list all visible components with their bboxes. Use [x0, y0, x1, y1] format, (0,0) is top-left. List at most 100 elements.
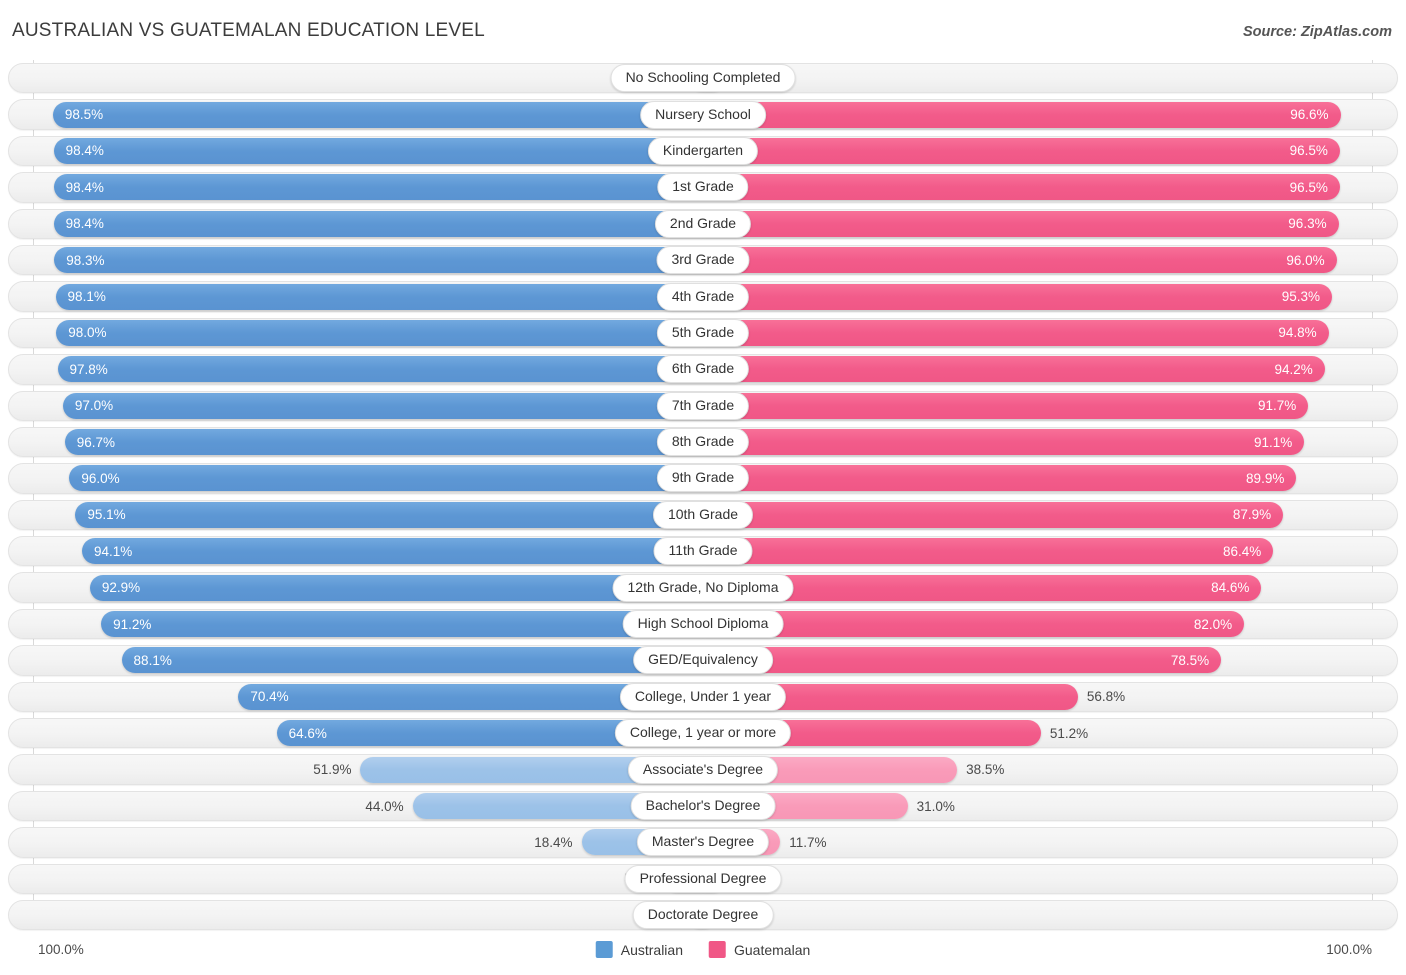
bar-guatemalan[interactable]: 96.3% [703, 210, 1339, 237]
row-right-half: 84.6% [703, 569, 1406, 605]
bar-australian[interactable]: 98.1% [55, 283, 703, 310]
bar-australian[interactable]: 95.1% [75, 501, 703, 528]
bar-australian[interactable]: 88.1% [121, 647, 703, 674]
bar-guatemalan[interactable]: 96.6% [703, 101, 1341, 128]
chart-row: 98.4% 96.5% 1st Grade [0, 169, 1406, 205]
right-value-label: 91.1% [1253, 434, 1293, 450]
right-value-label: 96.3% [1288, 216, 1327, 232]
bar-australian[interactable]: 98.5% [52, 101, 703, 128]
bar-guatemalan[interactable]: 96.0% [703, 247, 1337, 274]
row-right-half: 56.8% [703, 679, 1406, 715]
right-value-label: 31.0% [916, 798, 955, 814]
row-left-half: 94.1% [0, 533, 703, 569]
bar-australian[interactable]: 94.1% [81, 538, 703, 565]
bar-guatemalan[interactable]: 86.4% [703, 538, 1274, 565]
row-left-half: 70.4% [0, 679, 703, 715]
bar-guatemalan[interactable]: 94.8% [703, 319, 1329, 346]
legend-item[interactable]: Australian [595, 941, 683, 958]
row-right-half: 91.7% [703, 388, 1406, 424]
diverging-bar-chart: 1.6%3.5%No Schooling Completed 98.5% 96.6%… [0, 56, 1406, 938]
chart-rows: 1.6%3.5%No Schooling Completed 98.5% 96.6%… [0, 60, 1406, 933]
chart-row: 1.6%3.5%No Schooling Completed [0, 60, 1406, 96]
category-label: 2nd Grade [654, 209, 752, 238]
left-value-label: 70.4% [250, 689, 289, 705]
chart-legend: Australian Guatemalan [595, 941, 811, 958]
bar-australian[interactable]: 98.4% [53, 137, 703, 164]
bar-australian[interactable]: 96.0% [69, 465, 703, 492]
row-left-half: 98.4% [0, 169, 703, 205]
bar-guatemalan[interactable]: 91.1% [703, 429, 1305, 456]
left-value-label: 96.7% [76, 434, 116, 450]
category-label: Bachelor's Degree [630, 792, 776, 820]
bar-guatemalan[interactable]: 87.9% [703, 501, 1284, 528]
category-label: No Schooling Completed [610, 64, 796, 93]
axis-label-right: 100.0% [1326, 942, 1372, 957]
left-value-label: 51.9% [313, 762, 352, 778]
chart-row: 98.1% 95.3% 4th Grade [0, 278, 1406, 314]
row-left-half: 98.1% [0, 278, 703, 314]
row-left-half: 5.9% [0, 861, 703, 897]
legend-label: Guatemalan [733, 941, 811, 958]
row-left-half: 64.6% [0, 715, 703, 751]
row-left-half: 98.5% [0, 96, 703, 132]
right-value-label: 11.7% [789, 834, 827, 850]
left-value-label: 98.5% [64, 107, 104, 123]
category-label: Master's Degree [636, 828, 770, 857]
legend-item[interactable]: Guatemalan [708, 941, 811, 958]
category-label: Kindergarten [647, 136, 759, 165]
bar-australian[interactable]: 98.3% [54, 247, 703, 274]
row-left-half: 96.0% [0, 460, 703, 496]
right-value-label: 84.6% [1211, 580, 1250, 596]
chart-row: 51.9% 38.5% Associate's Degree [0, 751, 1406, 787]
right-value-label: 51.2% [1049, 725, 1089, 741]
bar-australian[interactable]: 92.9% [89, 574, 703, 601]
row-right-half: 3.5% [703, 60, 1406, 96]
right-value-label: 89.9% [1246, 470, 1285, 486]
row-right-half: 94.8% [703, 315, 1406, 351]
left-value-label: 97.0% [74, 398, 114, 414]
legend-swatch-icon [708, 941, 726, 958]
bar-guatemalan[interactable]: 95.3% [703, 283, 1332, 310]
bar-australian[interactable]: 96.7% [64, 429, 703, 456]
chart-row: 92.9% 84.6% 12th Grade, No Diploma [0, 569, 1406, 605]
row-right-half: 96.6% [703, 96, 1406, 132]
row-left-half: 98.0% [0, 315, 703, 351]
bar-guatemalan[interactable]: 82.0% [703, 611, 1245, 638]
row-left-half: 44.0% [0, 788, 703, 824]
category-label: High School Diploma [622, 610, 784, 639]
bar-australian[interactable]: 98.0% [56, 319, 703, 346]
row-right-half: 87.9% [703, 497, 1406, 533]
row-left-half: 91.2% [0, 606, 703, 642]
right-value-label: 94.2% [1274, 361, 1313, 377]
row-left-half: 2.4% [0, 897, 703, 933]
source-attribution: Source: ZipAtlas.com [1242, 24, 1392, 40]
bar-guatemalan[interactable]: 91.7% [703, 392, 1309, 419]
row-left-half: 18.4% [0, 824, 703, 860]
chart-row: 98.4% 96.5% Kindergarten [0, 133, 1406, 169]
bar-australian[interactable]: 98.4% [53, 174, 703, 201]
bar-guatemalan[interactable]: 78.5% [703, 647, 1222, 674]
left-value-label: 92.9% [101, 580, 141, 596]
bar-guatemalan[interactable]: 89.9% [703, 465, 1297, 492]
row-left-half: 97.8% [0, 351, 703, 387]
bar-guatemalan[interactable]: 94.2% [703, 356, 1325, 383]
right-value-label: 96.5% [1289, 143, 1328, 159]
bar-guatemalan[interactable]: 96.5% [703, 137, 1340, 164]
row-right-half: 96.0% [703, 242, 1406, 278]
bar-australian[interactable]: 97.0% [62, 392, 703, 419]
category-label: 8th Grade [656, 428, 750, 457]
bar-guatemalan[interactable]: 96.5% [703, 174, 1340, 201]
left-value-label: 98.3% [66, 252, 105, 268]
left-value-label: 91.2% [113, 616, 152, 632]
right-value-label: 87.9% [1232, 507, 1272, 523]
row-left-half: 97.0% [0, 388, 703, 424]
bar-australian[interactable]: 97.8% [57, 356, 703, 383]
category-label: 12th Grade, No Diploma [612, 573, 794, 602]
left-value-label: 18.4% [534, 834, 573, 850]
left-value-label: 97.8% [69, 361, 108, 377]
bar-australian[interactable]: 98.4% [53, 210, 703, 237]
chart-row: 5.9%3.5%Professional Degree [0, 861, 1406, 897]
bar-australian[interactable]: 91.2% [101, 611, 703, 638]
left-value-label: 96.0% [81, 470, 120, 486]
chart-row: 70.4% 56.8% College, Under 1 year [0, 679, 1406, 715]
